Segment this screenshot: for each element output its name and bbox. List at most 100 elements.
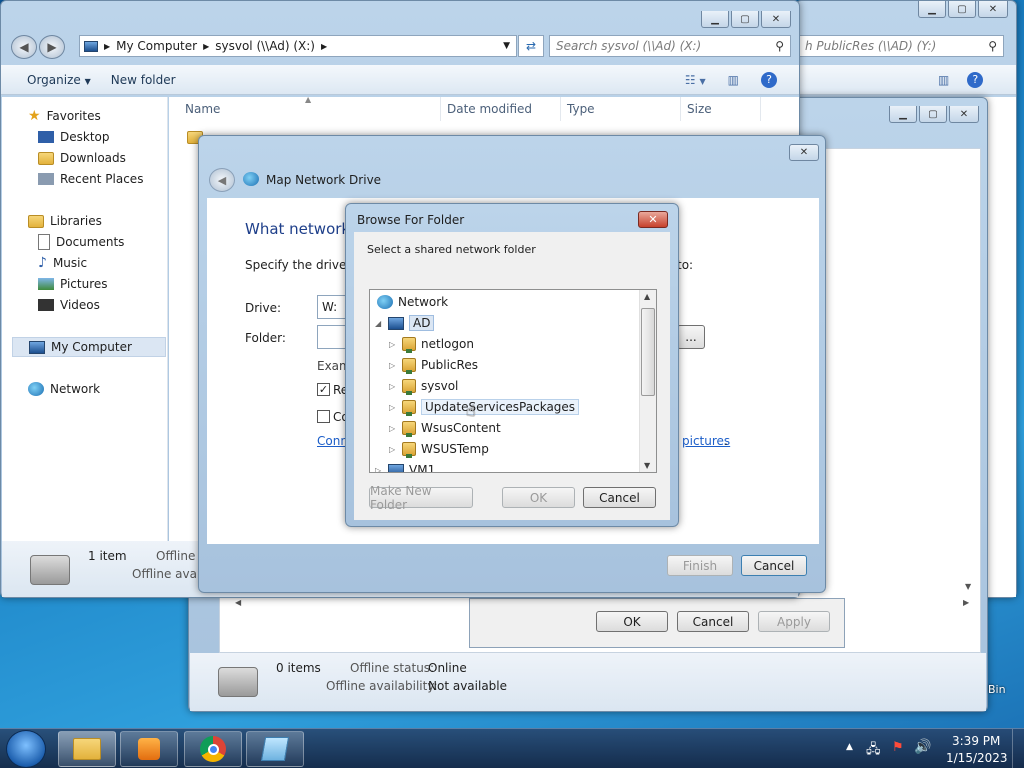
close-button[interactable]: ✕ bbox=[978, 1, 1008, 18]
forward-nav-button[interactable]: ▶ bbox=[39, 35, 65, 59]
nav-pictures[interactable]: Pictures bbox=[38, 274, 108, 294]
pictures-link[interactable]: pictures bbox=[682, 434, 730, 448]
clock-date[interactable]: 1/15/2023 bbox=[946, 751, 1008, 765]
taskbar-chrome-button[interactable] bbox=[184, 731, 242, 767]
reconnect-checkbox[interactable]: ✓ bbox=[317, 383, 330, 396]
folder-tree[interactable]: Network ◢ AD ▷ netlogon ▷ PublicRes ▷ sysvol… bbox=[369, 289, 657, 473]
tree-item-vm1[interactable]: ▷ VM1 bbox=[375, 460, 435, 472]
browse-button[interactable]: ... bbox=[677, 325, 705, 349]
downloads-icon bbox=[38, 151, 54, 165]
scroll-down-icon[interactable]: ▼ bbox=[965, 582, 971, 591]
nav-music[interactable]: ♪ Music bbox=[38, 253, 87, 273]
apply-button-back[interactable]: Apply bbox=[758, 611, 830, 632]
view-options-icon[interactable]: ☷ ▼ bbox=[685, 73, 706, 87]
nav-libraries[interactable]: Libraries bbox=[28, 211, 102, 231]
column-type[interactable]: Type bbox=[561, 97, 681, 121]
nav-downloads[interactable]: Downloads bbox=[38, 148, 126, 168]
show-hidden-icons-icon[interactable]: ▲ bbox=[846, 742, 853, 752]
maximize-button[interactable]: ▢ bbox=[731, 11, 759, 28]
back-nav-button[interactable]: ◀ bbox=[11, 35, 37, 59]
maximize-button[interactable]: ▢ bbox=[919, 106, 947, 123]
close-button[interactable]: ✕ bbox=[761, 11, 791, 28]
minimize-button[interactable]: ▁ bbox=[889, 106, 917, 123]
tree-item-netlogon[interactable]: ▷ netlogon bbox=[389, 334, 474, 354]
cancel-button-back[interactable]: Cancel bbox=[677, 611, 749, 632]
address-dropdown-icon[interactable]: ▼ bbox=[503, 41, 510, 51]
start-button[interactable] bbox=[6, 730, 46, 768]
item-count: 1 item bbox=[88, 549, 127, 563]
column-size[interactable]: Size bbox=[681, 97, 761, 121]
breadcrumb-sysvol[interactable]: sysvol (\\Ad) (X:) bbox=[215, 39, 315, 53]
nav-videos[interactable]: Videos bbox=[38, 295, 100, 315]
browse-cancel-button[interactable]: Cancel bbox=[583, 487, 656, 508]
item-count: 0 items bbox=[276, 661, 321, 675]
tree-item-ad[interactable]: ◢ AD bbox=[375, 313, 435, 333]
close-button[interactable]: ✕ bbox=[638, 211, 668, 228]
close-button[interactable]: ✕ bbox=[789, 144, 819, 161]
back-nav-button[interactable]: ◀ bbox=[209, 168, 235, 192]
drive-label: Drive: bbox=[245, 301, 282, 315]
minimize-button[interactable]: ▁ bbox=[701, 11, 729, 28]
breadcrumb-separator-icon: ▶ bbox=[320, 41, 328, 51]
make-new-folder-button[interactable]: Make New Folder bbox=[369, 484, 473, 512]
nav-label: Documents bbox=[56, 235, 125, 249]
preview-pane-icon[interactable]: ▥ bbox=[938, 73, 949, 87]
network-tray-icon[interactable]: 🖧 bbox=[866, 740, 881, 762]
minimize-button[interactable]: ▁ bbox=[918, 1, 946, 18]
scroll-up-icon[interactable]: ▲ bbox=[644, 292, 650, 301]
volume-icon[interactable]: 🔊 bbox=[914, 739, 931, 755]
nav-recent-places[interactable]: Recent Places bbox=[38, 169, 143, 189]
preview-pane-icon[interactable]: ▥ bbox=[728, 73, 739, 87]
refresh-button[interactable]: ⇄ bbox=[518, 35, 544, 57]
address-bar[interactable]: ▶ My Computer ▶ sysvol (\\Ad) (X:) ▶ ▼ bbox=[79, 35, 517, 57]
tree-item-network[interactable]: Network bbox=[377, 292, 448, 312]
nav-desktop[interactable]: Desktop bbox=[38, 127, 110, 147]
help-icon[interactable]: ? bbox=[761, 71, 777, 88]
main-toolbar: Organize ▼ New folder ☷ ▼ ▥ ? bbox=[1, 65, 799, 95]
maximize-button[interactable]: ▢ bbox=[948, 1, 976, 18]
scroll-down-icon[interactable]: ▼ bbox=[644, 461, 650, 470]
music-icon: ♪ bbox=[38, 255, 47, 271]
different-credentials-checkbox[interactable] bbox=[317, 410, 330, 423]
show-desktop-button[interactable] bbox=[1012, 729, 1024, 768]
collapsed-arrow-icon: ▷ bbox=[389, 339, 396, 349]
shared-folder-icon bbox=[402, 379, 416, 395]
connect-link[interactable]: Conn bbox=[317, 434, 348, 448]
notepad-icon bbox=[260, 737, 290, 761]
ok-button-back[interactable]: OK bbox=[596, 611, 668, 632]
nav-documents[interactable]: Documents bbox=[38, 232, 124, 252]
tree-label: WSUSTemp bbox=[421, 442, 489, 456]
nav-label: Videos bbox=[60, 298, 100, 312]
shared-folder-icon bbox=[402, 337, 416, 353]
finish-button[interactable]: Finish bbox=[667, 555, 733, 576]
taskbar-notepad-button[interactable] bbox=[246, 731, 304, 767]
column-date-modified[interactable]: Date modified bbox=[441, 97, 561, 121]
taskbar-explorer-button[interactable] bbox=[58, 731, 116, 767]
scroll-left-icon[interactable]: ◀ bbox=[235, 598, 241, 607]
wizard-cancel-button[interactable]: Cancel bbox=[741, 555, 807, 576]
offline-availability-label: Offline availability: bbox=[326, 679, 438, 693]
new-folder-button[interactable]: New folder bbox=[101, 73, 186, 87]
browse-ok-button[interactable]: OK bbox=[502, 487, 575, 508]
taskbar-media-player-button[interactable] bbox=[120, 731, 178, 767]
action-center-icon[interactable]: ⚑ bbox=[892, 740, 904, 755]
close-button[interactable]: ✕ bbox=[949, 106, 979, 123]
search-input-back[interactable]: h PublicRes (\\AD) (Y:) ⚲ bbox=[798, 35, 1004, 57]
nav-network[interactable]: Network bbox=[28, 379, 100, 399]
organize-button[interactable]: Organize ▼ bbox=[17, 73, 101, 87]
search-input-main[interactable]: Search sysvol (\\Ad) (X:) ⚲ bbox=[549, 35, 791, 57]
help-icon[interactable]: ? bbox=[967, 71, 984, 88]
clock-time[interactable]: 3:39 PM bbox=[952, 734, 1000, 748]
breadcrumb-my-computer[interactable]: My Computer bbox=[116, 39, 197, 53]
scroll-right-icon[interactable]: ▶ bbox=[963, 598, 969, 607]
nav-favorites[interactable]: ★ Favorites bbox=[28, 106, 101, 126]
tree-item-updateservicespackages[interactable]: ▷ UpdateServicesPackages bbox=[389, 397, 580, 417]
tree-item-wsuscontent[interactable]: ▷ WsusContent bbox=[389, 418, 501, 438]
tree-item-sysvol[interactable]: ▷ sysvol bbox=[389, 376, 458, 396]
tree-label: netlogon bbox=[421, 337, 474, 351]
scroll-thumb[interactable] bbox=[641, 308, 655, 396]
nav-my-computer[interactable]: My Computer bbox=[12, 337, 166, 357]
tree-item-wsustemp[interactable]: ▷ WSUSTemp bbox=[389, 439, 489, 459]
tree-item-publicres[interactable]: ▷ PublicRes bbox=[389, 355, 478, 375]
tree-scrollbar[interactable]: ▲ ▼ bbox=[639, 290, 656, 472]
